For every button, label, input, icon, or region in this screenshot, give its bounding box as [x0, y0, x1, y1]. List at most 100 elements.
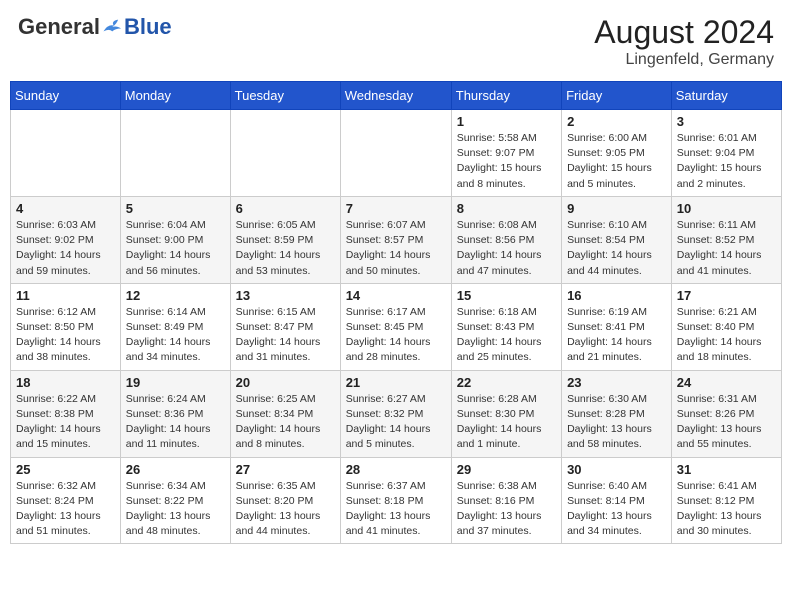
day-info: Sunrise: 6:28 AM Sunset: 8:30 PM Dayligh… — [457, 392, 556, 453]
day-info: Sunrise: 6:10 AM Sunset: 8:54 PM Dayligh… — [567, 218, 666, 279]
day-number: 2 — [567, 114, 666, 129]
day-number: 17 — [677, 288, 776, 303]
page-header: General Blue August 2024 Lingenfeld, Ger… — [10, 10, 782, 73]
calendar-cell — [11, 110, 121, 197]
day-info: Sunrise: 6:08 AM Sunset: 8:56 PM Dayligh… — [457, 218, 556, 279]
day-number: 1 — [457, 114, 556, 129]
calendar-week-row: 25 Sunrise: 6:32 AM Sunset: 8:24 PM Dayli… — [11, 457, 782, 544]
day-info: Sunrise: 5:58 AM Sunset: 9:07 PM Dayligh… — [457, 131, 556, 192]
calendar-cell: 10 Sunrise: 6:11 AM Sunset: 8:52 PM Dayli… — [671, 196, 781, 283]
day-number: 22 — [457, 375, 556, 390]
logo: General Blue — [18, 14, 172, 40]
day-number: 25 — [16, 462, 115, 477]
day-number: 12 — [126, 288, 225, 303]
day-number: 11 — [16, 288, 115, 303]
day-info: Sunrise: 6:01 AM Sunset: 9:04 PM Dayligh… — [677, 131, 776, 192]
calendar-cell: 30 Sunrise: 6:40 AM Sunset: 8:14 PM Dayli… — [562, 457, 672, 544]
calendar-cell: 12 Sunrise: 6:14 AM Sunset: 8:49 PM Dayli… — [120, 283, 230, 370]
calendar-cell: 20Sunrise: 6:25 AM Sunset: 8:34 PM Dayli… — [230, 370, 340, 457]
calendar-cell: 29Sunrise: 6:38 AM Sunset: 8:16 PM Dayli… — [451, 457, 561, 544]
day-number: 16 — [567, 288, 666, 303]
day-info: Sunrise: 6:30 AM Sunset: 8:28 PM Dayligh… — [567, 392, 666, 453]
day-info: Sunrise: 6:00 AM Sunset: 9:05 PM Dayligh… — [567, 131, 666, 192]
day-info: Sunrise: 6:27 AM Sunset: 8:32 PM Dayligh… — [346, 392, 446, 453]
calendar-cell: 4 Sunrise: 6:03 AM Sunset: 9:02 PM Daylig… — [11, 196, 121, 283]
calendar-cell: 11 Sunrise: 6:12 AM Sunset: 8:50 PM Dayli… — [11, 283, 121, 370]
day-info: Sunrise: 6:32 AM Sunset: 8:24 PM Dayligh… — [16, 479, 115, 540]
calendar-cell: 19Sunrise: 6:24 AM Sunset: 8:36 PM Dayli… — [120, 370, 230, 457]
calendar-week-row: 11 Sunrise: 6:12 AM Sunset: 8:50 PM Dayli… — [11, 283, 782, 370]
calendar-cell: 5Sunrise: 6:04 AM Sunset: 9:00 PM Daylig… — [120, 196, 230, 283]
day-info: Sunrise: 6:14 AM Sunset: 8:49 PM Dayligh… — [126, 305, 225, 366]
day-info: Sunrise: 6:40 AM Sunset: 8:14 PM Dayligh… — [567, 479, 666, 540]
calendar-cell: 2 Sunrise: 6:00 AM Sunset: 9:05 PM Daylig… — [562, 110, 672, 197]
calendar-cell: 14Sunrise: 6:17 AM Sunset: 8:45 PM Dayli… — [340, 283, 451, 370]
day-info: Sunrise: 6:24 AM Sunset: 8:36 PM Dayligh… — [126, 392, 225, 453]
day-number: 31 — [677, 462, 776, 477]
col-header-wednesday: Wednesday — [340, 82, 451, 110]
day-info: Sunrise: 6:11 AM Sunset: 8:52 PM Dayligh… — [677, 218, 776, 279]
day-number: 28 — [346, 462, 446, 477]
col-header-tuesday: Tuesday — [230, 82, 340, 110]
calendar-cell: 8 Sunrise: 6:08 AM Sunset: 8:56 PM Daylig… — [451, 196, 561, 283]
day-number: 23 — [567, 375, 666, 390]
day-number: 9 — [567, 201, 666, 216]
day-info: Sunrise: 6:18 AM Sunset: 8:43 PM Dayligh… — [457, 305, 556, 366]
day-info: Sunrise: 6:41 AM Sunset: 8:12 PM Dayligh… — [677, 479, 776, 540]
day-number: 13 — [236, 288, 335, 303]
day-number: 8 — [457, 201, 556, 216]
logo-bird-icon — [102, 18, 124, 36]
day-info: Sunrise: 6:35 AM Sunset: 8:20 PM Dayligh… — [236, 479, 335, 540]
col-header-saturday: Saturday — [671, 82, 781, 110]
day-number: 4 — [16, 201, 115, 216]
calendar-table: SundayMondayTuesdayWednesdayThursdayFrid… — [10, 81, 782, 544]
day-info: Sunrise: 6:25 AM Sunset: 8:34 PM Dayligh… — [236, 392, 335, 453]
day-number: 3 — [677, 114, 776, 129]
logo-general-text: General — [18, 14, 100, 40]
day-info: Sunrise: 6:37 AM Sunset: 8:18 PM Dayligh… — [346, 479, 446, 540]
calendar-week-row: 1 Sunrise: 5:58 AM Sunset: 9:07 PM Daylig… — [11, 110, 782, 197]
calendar-cell: 9 Sunrise: 6:10 AM Sunset: 8:54 PM Daylig… — [562, 196, 672, 283]
day-number: 26 — [126, 462, 225, 477]
title-block: August 2024 Lingenfeld, Germany — [594, 14, 774, 69]
calendar-cell: 3 Sunrise: 6:01 AM Sunset: 9:04 PM Daylig… — [671, 110, 781, 197]
calendar-cell: 24 Sunrise: 6:31 AM Sunset: 8:26 PM Dayli… — [671, 370, 781, 457]
day-info: Sunrise: 6:22 AM Sunset: 8:38 PM Dayligh… — [16, 392, 115, 453]
calendar-cell — [230, 110, 340, 197]
col-header-thursday: Thursday — [451, 82, 561, 110]
day-info: Sunrise: 6:19 AM Sunset: 8:41 PM Dayligh… — [567, 305, 666, 366]
day-info: Sunrise: 6:05 AM Sunset: 8:59 PM Dayligh… — [236, 218, 335, 279]
day-info: Sunrise: 6:03 AM Sunset: 9:02 PM Dayligh… — [16, 218, 115, 279]
calendar-cell: 26 Sunrise: 6:34 AM Sunset: 8:22 PM Dayli… — [120, 457, 230, 544]
day-info: Sunrise: 6:31 AM Sunset: 8:26 PM Dayligh… — [677, 392, 776, 453]
day-info: Sunrise: 6:12 AM Sunset: 8:50 PM Dayligh… — [16, 305, 115, 366]
day-info: Sunrise: 6:34 AM Sunset: 8:22 PM Dayligh… — [126, 479, 225, 540]
calendar-cell: 31 Sunrise: 6:41 AM Sunset: 8:12 PM Dayli… — [671, 457, 781, 544]
month-year-title: August 2024 — [594, 14, 774, 51]
day-number: 15 — [457, 288, 556, 303]
day-number: 24 — [677, 375, 776, 390]
calendar-week-row: 4 Sunrise: 6:03 AM Sunset: 9:02 PM Daylig… — [11, 196, 782, 283]
day-number: 6 — [236, 201, 335, 216]
calendar-cell: 25 Sunrise: 6:32 AM Sunset: 8:24 PM Dayli… — [11, 457, 121, 544]
day-number: 14 — [346, 288, 446, 303]
logo-blue-text: Blue — [124, 14, 172, 40]
calendar-cell: 22 Sunrise: 6:28 AM Sunset: 8:30 PM Dayli… — [451, 370, 561, 457]
calendar-cell: 15 Sunrise: 6:18 AM Sunset: 8:43 PM Dayli… — [451, 283, 561, 370]
day-number: 30 — [567, 462, 666, 477]
day-info: Sunrise: 6:15 AM Sunset: 8:47 PM Dayligh… — [236, 305, 335, 366]
col-header-sunday: Sunday — [11, 82, 121, 110]
calendar-week-row: 18 Sunrise: 6:22 AM Sunset: 8:38 PM Dayli… — [11, 370, 782, 457]
calendar-cell: 13 Sunrise: 6:15 AM Sunset: 8:47 PM Dayli… — [230, 283, 340, 370]
day-info: Sunrise: 6:21 AM Sunset: 8:40 PM Dayligh… — [677, 305, 776, 366]
day-number: 27 — [236, 462, 335, 477]
calendar-cell: 21Sunrise: 6:27 AM Sunset: 8:32 PM Dayli… — [340, 370, 451, 457]
day-number: 10 — [677, 201, 776, 216]
calendar-cell: 23 Sunrise: 6:30 AM Sunset: 8:28 PM Dayli… — [562, 370, 672, 457]
calendar-cell: 28 Sunrise: 6:37 AM Sunset: 8:18 PM Dayli… — [340, 457, 451, 544]
calendar-cell: 16 Sunrise: 6:19 AM Sunset: 8:41 PM Dayli… — [562, 283, 672, 370]
calendar-cell: 1 Sunrise: 5:58 AM Sunset: 9:07 PM Daylig… — [451, 110, 561, 197]
calendar-cell — [120, 110, 230, 197]
day-number: 18 — [16, 375, 115, 390]
calendar-cell: 18 Sunrise: 6:22 AM Sunset: 8:38 PM Dayli… — [11, 370, 121, 457]
